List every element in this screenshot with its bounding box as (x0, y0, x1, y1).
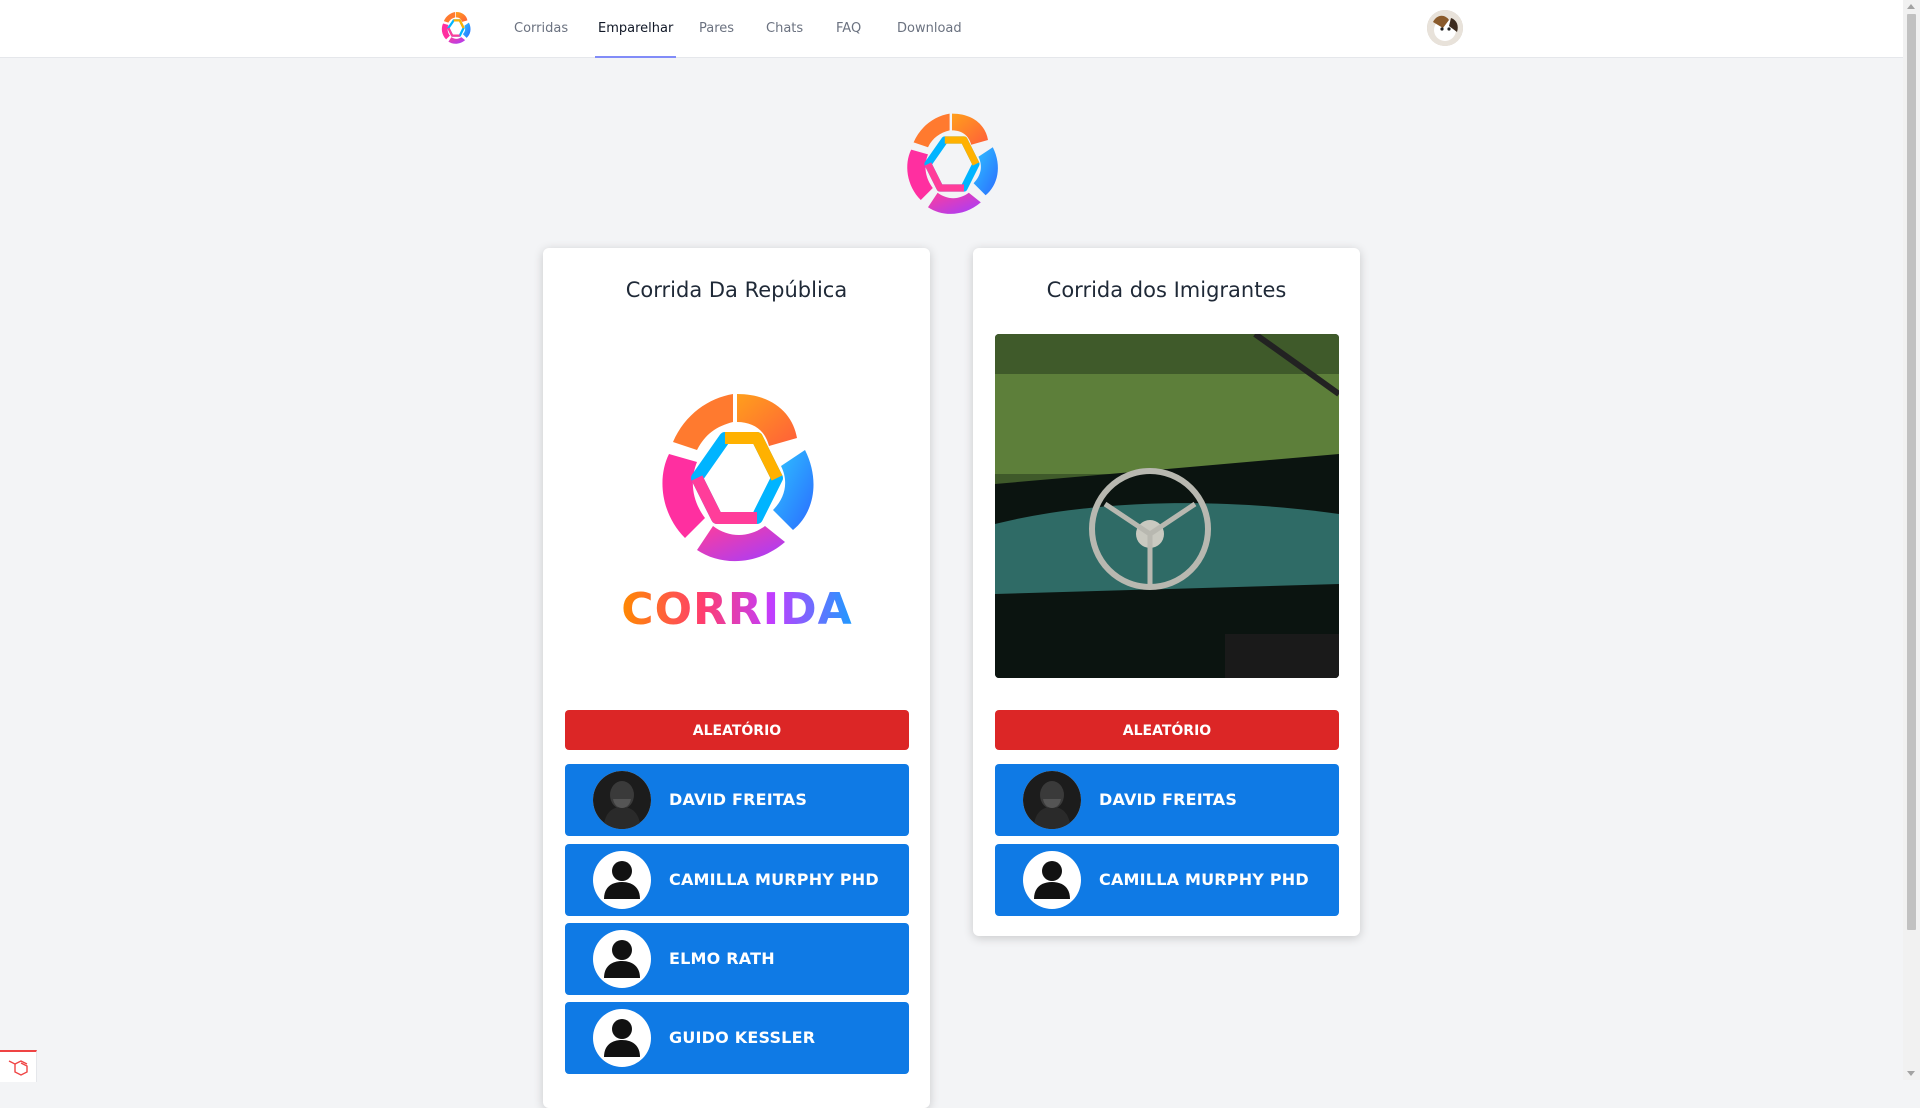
app-logo-icon[interactable] (437, 9, 475, 47)
random-button[interactable]: ALEATÓRIO (565, 710, 909, 750)
race-photo (995, 334, 1339, 678)
race-card: Corrida dos Imigrantes ALEATÓRIO DAVID F… (973, 248, 1360, 936)
person-button-david-freitas[interactable]: DAVID FREITAS (565, 764, 909, 836)
race-title: Corrida dos Imigrantes (1046, 278, 1287, 302)
hero-logo-icon (892, 104, 1012, 224)
user-silhouette-icon (593, 930, 651, 988)
person-button-elmo-rath[interactable]: ELMO RATH (565, 923, 909, 995)
nav-link-chats[interactable]: Chats (766, 0, 803, 57)
nav-link-corridas[interactable]: Corridas (514, 0, 568, 57)
laravel-icon (8, 1060, 28, 1076)
race-logo-image: CORRIDA (565, 334, 909, 678)
user-silhouette-icon (593, 851, 651, 909)
person-name: DAVID FREITAS (1099, 790, 1238, 809)
person-name: CAMILLA MURPHY PHD (669, 870, 879, 889)
random-button[interactable]: ALEATÓRIO (995, 710, 1339, 750)
person-button-camilla-murphy-phd[interactable]: CAMILLA MURPHY PHD (995, 844, 1339, 916)
person-avatar-photo (593, 771, 651, 829)
scroll-down-arrow-icon[interactable] (1907, 1071, 1915, 1076)
person-button-camilla-murphy-phd[interactable]: CAMILLA MURPHY PHD (565, 844, 909, 916)
nav-link-download[interactable]: Download (897, 0, 962, 57)
nav-link-emparelhar[interactable]: Emparelhar (594, 0, 677, 58)
user-avatar[interactable] (1427, 10, 1463, 46)
car-steering-wheel-photo (995, 334, 1339, 678)
scroll-thumb[interactable] (1907, 14, 1916, 930)
person-name: DAVID FREITAS (669, 790, 808, 809)
person-button-david-freitas[interactable]: DAVID FREITAS (995, 764, 1339, 836)
corrida-logo-icon: CORRIDA (565, 334, 909, 678)
user-silhouette-icon (593, 1009, 651, 1067)
nav-link-faq[interactable]: FAQ (836, 0, 861, 57)
person-name: ELMO RATH (669, 949, 775, 968)
user-avatar-photo (1427, 10, 1463, 46)
scroll-up-arrow-icon[interactable] (1907, 4, 1915, 9)
debugbar-toggle[interactable] (0, 1050, 37, 1082)
user-silhouette-icon (1023, 851, 1081, 909)
person-avatar-photo (1023, 771, 1081, 829)
person-name: CAMILLA MURPHY PHD (1099, 870, 1309, 889)
page-scrollbar[interactable] (1903, 0, 1920, 1080)
top-navbar: Corridas Emparelhar Pares Chats FAQ Down… (0, 0, 1903, 58)
nav-link-pares[interactable]: Pares (699, 0, 734, 57)
corrida-wordmark: CORRIDA (621, 584, 852, 635)
race-title: Corrida Da República (625, 278, 848, 302)
person-name: GUIDO KESSLER (669, 1028, 816, 1047)
race-card: Corrida Da República CORRIDA ALEATÓRIO D… (543, 248, 930, 1108)
person-button-guido-kessler[interactable]: GUIDO KESSLER (565, 1002, 909, 1074)
